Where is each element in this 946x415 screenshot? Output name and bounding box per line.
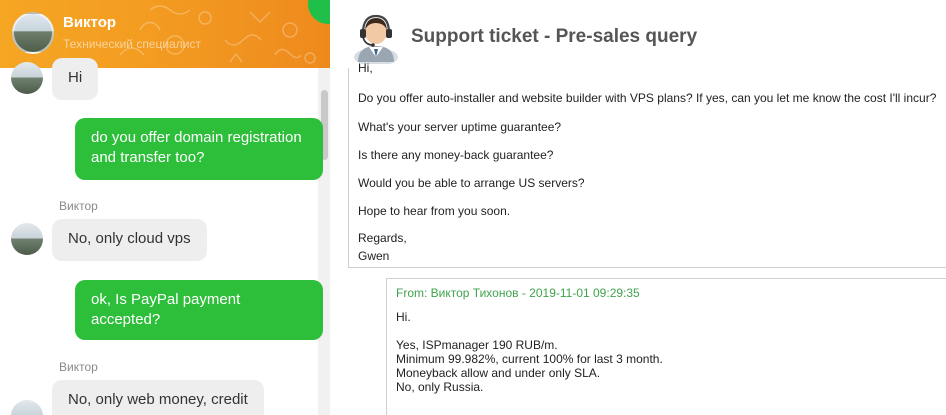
incoming-message: Hi xyxy=(52,58,99,100)
customer-message: Hi, Do you offer auto-installer and webs… xyxy=(348,61,946,268)
chat-panel: Виктор Технический специалист Hi do you … xyxy=(0,0,330,415)
message-sender: Виктор xyxy=(59,360,98,374)
ticket-panel: Support ticket - Pre-sales query Hi, Do … xyxy=(330,0,946,415)
message-line: Would you be able to arrange US servers? xyxy=(358,176,585,190)
message-line: Is there any money-back guarantee? xyxy=(358,148,554,162)
agent-name: Виктор xyxy=(63,14,117,31)
message-line: Hi, xyxy=(358,61,373,75)
agent-avatar-small xyxy=(11,223,43,255)
incoming-message: No, only web money, credit xyxy=(52,380,264,415)
reply-from: From: Виктор Тихонов - 2019-11-01 09:29:… xyxy=(396,286,640,300)
message-line: Hope to hear from you soon. xyxy=(358,204,511,218)
message-line: Gwen xyxy=(358,249,390,263)
agent-avatar xyxy=(12,12,54,54)
chat-header: Виктор Технический специалист xyxy=(0,0,330,68)
staff-reply: From: Виктор Тихонов - 2019-11-01 09:29:… xyxy=(386,278,946,415)
reply-line: Minimum 99.982%, current 100% for last 3… xyxy=(396,352,663,366)
message-line: Do you offer auto-installer and website … xyxy=(358,91,937,105)
reply-line: Hi. xyxy=(396,310,411,324)
reply-line: Yes, ISPmanager 190 RUB/m. xyxy=(396,338,558,352)
incoming-message: No, only cloud vps xyxy=(52,219,207,261)
ticket-title: Support ticket - Pre-sales query xyxy=(411,26,698,47)
outgoing-message: do you offer domain registration and tra… xyxy=(75,118,323,180)
message-line: What's your server uptime guarantee? xyxy=(358,120,562,134)
reply-line: No, only Russia. xyxy=(396,380,484,394)
reply-line: Moneyback allow and under only SLA. xyxy=(396,366,601,380)
message-line: Regards, xyxy=(358,231,407,245)
agent-role: Технический специалист xyxy=(63,37,201,51)
support-agent-headset-icon xyxy=(354,14,398,64)
outgoing-message: ok, Is PayPal payment accepted? xyxy=(75,280,323,340)
agent-avatar-small xyxy=(11,62,43,94)
message-sender: Виктор xyxy=(59,199,98,213)
agent-avatar-small xyxy=(11,400,43,415)
